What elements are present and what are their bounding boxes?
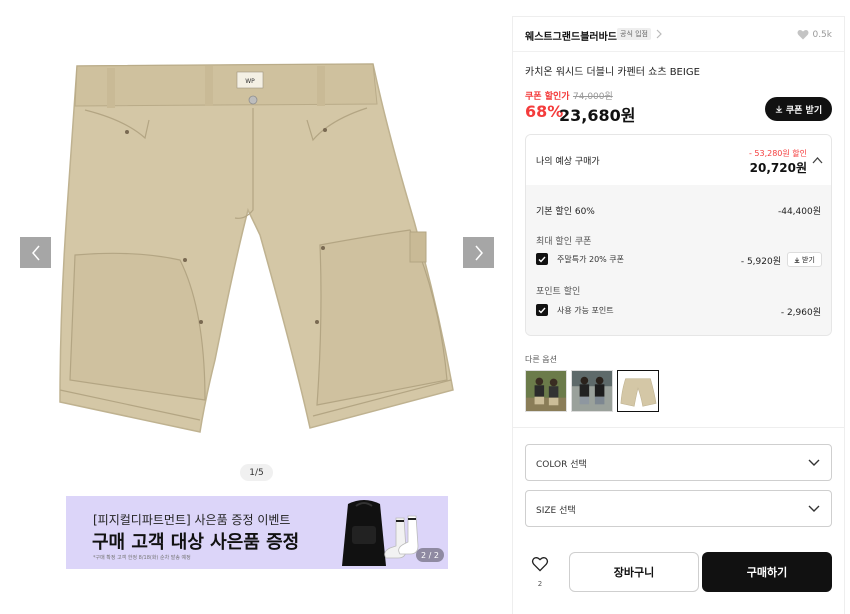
add-to-cart-button[interactable]: 장바구니 xyxy=(569,552,699,592)
official-badge: 공식 입점 xyxy=(617,28,651,40)
estimate-label: 나의 예상 구매가 xyxy=(536,157,600,167)
brand-likes[interactable]: 0.5k xyxy=(797,29,832,40)
estimate-final-price: 20,720원 xyxy=(749,161,807,175)
coupon-value: - 5,920원 xyxy=(740,257,781,267)
other-options-label: 다른 옵션 xyxy=(525,355,557,364)
product-info-panel: 웨스트그랜드블러바드 공식 입점 0.5k 카치온 워시드 더블니 카펜터 쇼츠… xyxy=(512,16,845,614)
image-pager: 1/5 xyxy=(240,464,273,481)
chevron-down-icon xyxy=(808,505,820,512)
estimate-saving: - 53,280원 할인 xyxy=(748,149,807,158)
size-select-text: SIZE 선택 xyxy=(536,506,576,516)
option-thumbnail-selected[interactable] xyxy=(617,370,659,412)
coupon-price-label: 쿠폰 할인가 xyxy=(525,92,570,102)
discount-rate: 68% xyxy=(525,102,564,121)
brand-name[interactable]: 웨스트그랜드블러바드 xyxy=(525,28,617,43)
model-photo-thumbnail xyxy=(526,371,566,411)
chevron-right-icon xyxy=(474,245,483,260)
check-icon xyxy=(538,256,546,263)
product-name: 카치온 워시드 더블니 카펜터 쇼츠 BEIGE xyxy=(525,67,700,78)
color-select-text: COLOR 선택 xyxy=(536,460,587,470)
next-image-button[interactable] xyxy=(463,237,494,268)
download-icon xyxy=(775,105,783,113)
original-price: 74,000원 xyxy=(573,92,613,102)
banner-title: 구매 고객 대상 사은품 증정 xyxy=(92,532,300,553)
brand-row[interactable]: 웨스트그랜드블러바드 공식 입점 0.5k xyxy=(513,17,844,52)
get-coupon-button[interactable]: 쿠폰 받기 xyxy=(765,97,832,121)
heart-filled-icon xyxy=(797,29,809,40)
shorts-thumbnail xyxy=(618,371,658,411)
chevron-down-icon xyxy=(808,459,820,466)
chevron-up-icon[interactable] xyxy=(812,156,823,164)
download-icon xyxy=(794,257,800,263)
color-select[interactable]: COLOR 선택 xyxy=(525,444,832,481)
coupon-get-button[interactable]: 받기 xyxy=(787,252,822,267)
product-main-image: WP xyxy=(55,60,455,435)
check-icon xyxy=(538,307,546,314)
sale-price: 23,680원 xyxy=(559,106,636,125)
chevron-left-icon xyxy=(31,245,40,260)
prev-image-button[interactable] xyxy=(20,237,51,268)
banner-page-indicator: 2 / 2 xyxy=(416,548,444,562)
wishlist-button[interactable]: 2 xyxy=(530,556,550,591)
point-value: - 2,960원 xyxy=(780,308,821,318)
buy-now-button[interactable]: 구매하기 xyxy=(702,552,832,592)
chevron-right-icon xyxy=(656,29,662,39)
estimate-details: 기본 할인 60% -44,400원 최대 할인 쿠폰 주말특가 20% 쿠폰 … xyxy=(526,185,831,335)
estimated-price-box: 나의 예상 구매가 - 53,280원 할인 20,720원 기본 할인 60%… xyxy=(525,134,832,336)
promo-banner[interactable]: [피지컬디파트먼트] 사은품 증정 이벤트 구매 고객 대상 사은품 증정 *구… xyxy=(66,496,448,569)
waist-label-text: WP xyxy=(245,78,255,85)
size-select[interactable]: SIZE 선택 xyxy=(525,490,832,527)
point-section-label: 포인트 할인 xyxy=(536,287,581,297)
wishlist-count: 2 xyxy=(537,580,543,588)
option-thumbnail[interactable] xyxy=(525,370,567,412)
get-coupon-label: 쿠폰 받기 xyxy=(785,105,823,116)
coupon-checkbox[interactable] xyxy=(536,253,548,265)
model-photo-thumbnail xyxy=(572,371,612,411)
coupon-get-label: 받기 xyxy=(802,255,815,264)
base-discount-value: -44,400원 xyxy=(777,207,821,217)
max-coupon-section-label: 최대 할인 쿠폰 xyxy=(536,237,592,247)
estimate-toggle[interactable]: 나의 예상 구매가 - 53,280원 할인 20,720원 xyxy=(526,135,831,185)
likes-count: 0.5k xyxy=(812,29,832,40)
banner-note: *구매 확정 고객 한정 8/18(화) 순차 발송 예정 xyxy=(93,555,191,561)
coupon-label: 주말특가 20% 쿠폰 xyxy=(557,255,625,264)
heart-outline-icon xyxy=(531,557,549,572)
base-discount-label: 기본 할인 60% xyxy=(536,207,595,217)
banner-subtitle: [피지컬디파트먼트] 사은품 증정 이벤트 xyxy=(93,513,291,527)
option-thumbnail[interactable] xyxy=(571,370,613,412)
section-divider xyxy=(513,427,844,428)
point-checkbox[interactable] xyxy=(536,304,548,316)
product-gallery: WP 1/5 [피지컬디파트먼트] 사은품 증정 이벤트 구매 고객 대상 사은… xyxy=(0,0,510,614)
point-label: 사용 가능 포인트 xyxy=(557,306,614,315)
